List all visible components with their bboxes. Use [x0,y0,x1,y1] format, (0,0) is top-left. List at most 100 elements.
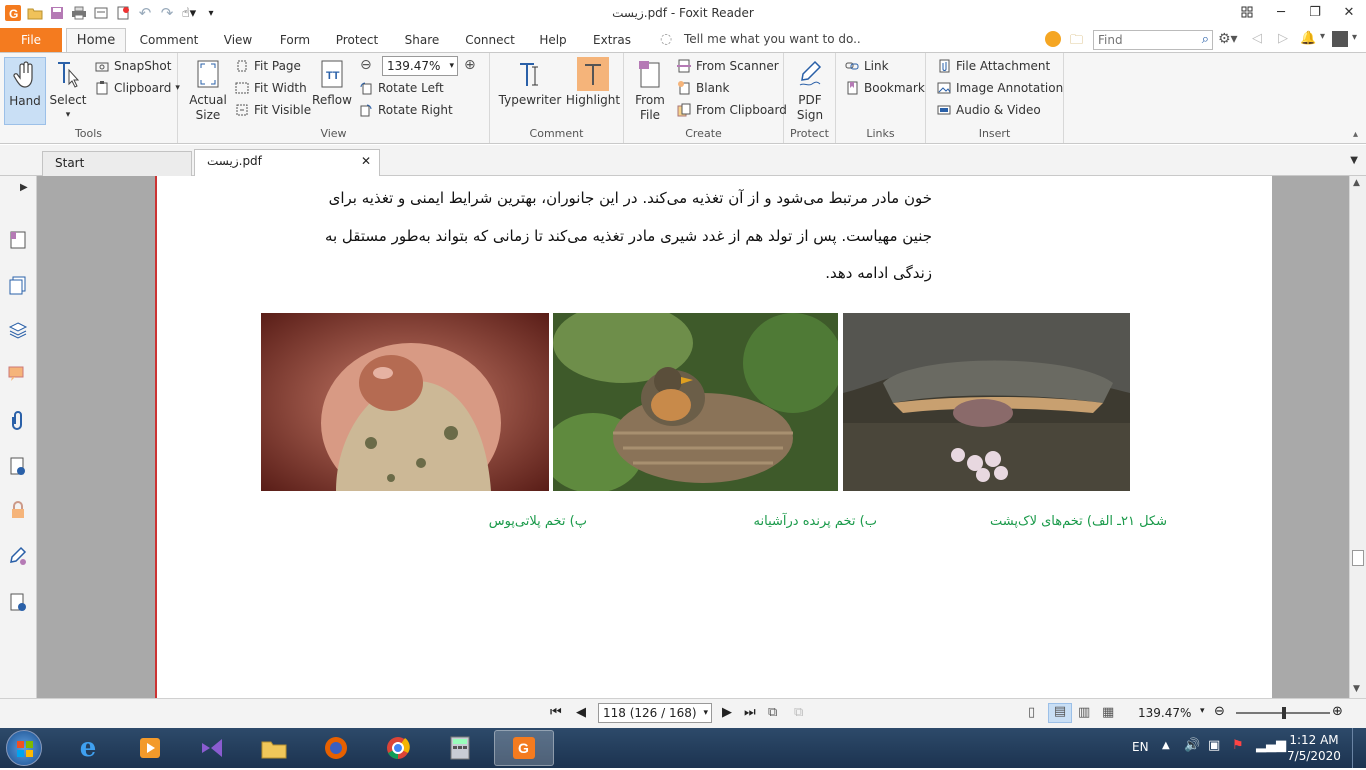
scroll-up-icon[interactable]: ▲ [1353,178,1360,188]
zoom-out-icon[interactable]: ⊖ [360,57,372,73]
rotate-right-button[interactable]: Rotate Right [358,100,453,120]
zoom-select[interactable]: 139.47% ▾ [382,56,458,76]
tab-document[interactable]: زیست.pdf ✕ [194,149,380,176]
page-number-input[interactable]: 118 (126 / 168) ▾ [598,703,712,723]
layers-icon[interactable] [6,318,30,342]
continuous-page-icon[interactable]: ▤ [1048,703,1072,723]
tab-form[interactable]: Form [270,28,320,52]
comments-panel-icon[interactable] [6,362,30,386]
clock-time[interactable]: 1:12 AM [1284,733,1344,747]
tab-share[interactable]: Share [396,28,448,52]
zoom-dropdown-icon[interactable]: ▾ [1200,706,1205,716]
back-arrow-icon[interactable]: ◁ [1252,31,1262,46]
restore-button[interactable]: ❐ [1298,0,1332,24]
attachments-icon[interactable] [6,408,30,432]
bookmark-button[interactable]: Bookmark [844,78,925,98]
tab-start[interactable]: Start [42,151,192,176]
status-zoom-in-icon[interactable]: ⊕ [1332,704,1343,719]
from-scanner-button[interactable]: From Scanner [676,56,779,76]
minimize-button[interactable]: ─ [1264,0,1298,24]
clipboard-button[interactable]: Clipboard ▾ [94,78,180,98]
tab-file[interactable]: File [0,28,62,52]
volume-icon[interactable]: 🔊 [1184,738,1200,753]
tab-list-dropdown-icon[interactable]: ▼ [1350,155,1358,166]
previous-page-icon[interactable]: ◀ [576,705,586,720]
ribbon-display-icon[interactable] [1230,0,1264,24]
settings-gear-icon[interactable]: ⚙▾ [1218,31,1238,47]
from-clipboard-button[interactable]: From Clipboard [676,100,787,120]
collapse-ribbon-icon[interactable]: ▴ [1353,129,1358,140]
taskbar-foxit-reader[interactable]: G [494,730,554,766]
user-dropdown-icon[interactable]: ▾ [1352,32,1357,43]
tab-help[interactable]: Help [530,28,576,52]
document-viewer[interactable]: خون مادر مرتبط می‌شود و از آن تغذیه می‌ک… [37,176,1349,698]
link-button[interactable]: Link [844,56,889,76]
notification-bell-icon[interactable]: 🔔 [1300,31,1316,46]
file-attachment-button[interactable]: File Attachment [936,56,1050,76]
find-box[interactable]: ⌕ [1093,30,1213,50]
rotate-left-button[interactable]: Rotate Left [358,78,444,98]
show-desktop-button[interactable] [1352,728,1366,768]
snapshot-button[interactable]: SnapShot [94,56,171,76]
last-page-icon[interactable]: ⏭ [744,705,756,720]
tell-me-input[interactable]: Tell me what you want to do.. [684,32,861,46]
taskbar-firefox[interactable] [306,730,366,766]
select-button[interactable]: Select ▾ [48,57,88,123]
search-icon[interactable]: ⌕ [1202,32,1209,47]
fit-page-button[interactable]: Fit Page [234,56,301,76]
facing-page-icon[interactable]: ▥ [1078,705,1090,720]
close-tab-icon[interactable]: ✕ [361,150,371,173]
notification-dropdown-icon[interactable]: ▾ [1320,31,1325,42]
smiley-icon[interactable] [1045,31,1061,47]
tab-view[interactable]: View [214,28,262,52]
next-view-icon[interactable]: ⧉ [794,705,803,720]
pages-icon[interactable] [6,228,30,252]
fit-visible-button[interactable]: Fit Visible [234,100,311,120]
tab-extras[interactable]: Extras [586,28,638,52]
first-page-icon[interactable]: ⏮ [550,705,562,720]
hand-button[interactable]: Hand [4,57,46,125]
pdf-info-icon[interactable] [6,590,30,614]
close-button[interactable]: ✕ [1332,0,1366,24]
zoom-in-icon[interactable]: ⊕ [464,57,476,73]
scroll-down-icon[interactable]: ▼ [1353,684,1360,694]
taskbar-visual-studio[interactable] [182,730,242,766]
find-folder-icon[interactable]: 🗀 [1070,31,1083,53]
tab-home[interactable]: Home [66,28,126,52]
tab-comment[interactable]: Comment [134,28,204,52]
device-icon[interactable]: ▣ [1208,738,1220,753]
actual-size-button[interactable]: Actual Size [188,57,228,123]
from-file-button[interactable]: From File [630,57,670,123]
previous-view-icon[interactable]: ⧉ [768,705,777,720]
user-avatar-icon[interactable] [1332,31,1348,47]
signatures-panel-icon[interactable] [6,454,30,478]
status-zoom-out-icon[interactable]: ⊖ [1214,704,1225,719]
taskbar-internet-explorer[interactable]: e [58,730,118,766]
show-hidden-icons-icon[interactable]: ▲ [1162,740,1170,751]
next-page-icon[interactable]: ▶ [722,705,732,720]
single-page-icon[interactable]: ▯ [1028,705,1035,720]
tab-connect[interactable]: Connect [460,28,520,52]
language-indicator[interactable]: EN [1132,740,1149,754]
find-input[interactable] [1094,31,1190,49]
taskbar-chrome[interactable] [368,730,428,766]
thumbnails-icon[interactable] [6,274,30,298]
taskbar-media-player[interactable] [120,730,180,766]
reflow-button[interactable]: TT Reflow [310,57,354,108]
image-annotation-button[interactable]: Image Annotation [936,78,1063,98]
network-icon[interactable]: ▂▄▆ [1256,738,1286,753]
forward-arrow-icon[interactable]: ▷ [1278,31,1288,46]
vertical-scrollbar[interactable]: ▲ ▼ [1349,176,1366,698]
audio-video-button[interactable]: Audio & Video [936,100,1041,120]
security-lock-icon[interactable] [6,498,30,522]
tab-protect[interactable]: Protect [328,28,386,52]
continuous-facing-icon[interactable]: ▦ [1102,705,1114,720]
fit-width-button[interactable]: Fit Width [234,78,307,98]
taskbar-calculator[interactable] [430,730,490,766]
action-center-icon[interactable]: ⚑ [1232,738,1244,753]
pdf-sign-button[interactable]: PDF Sign [788,57,832,123]
scroll-thumb[interactable] [1352,550,1364,566]
zoom-slider-thumb[interactable] [1282,707,1286,719]
typewriter-button[interactable]: Typewriter [498,57,562,108]
start-button[interactable] [6,730,42,766]
